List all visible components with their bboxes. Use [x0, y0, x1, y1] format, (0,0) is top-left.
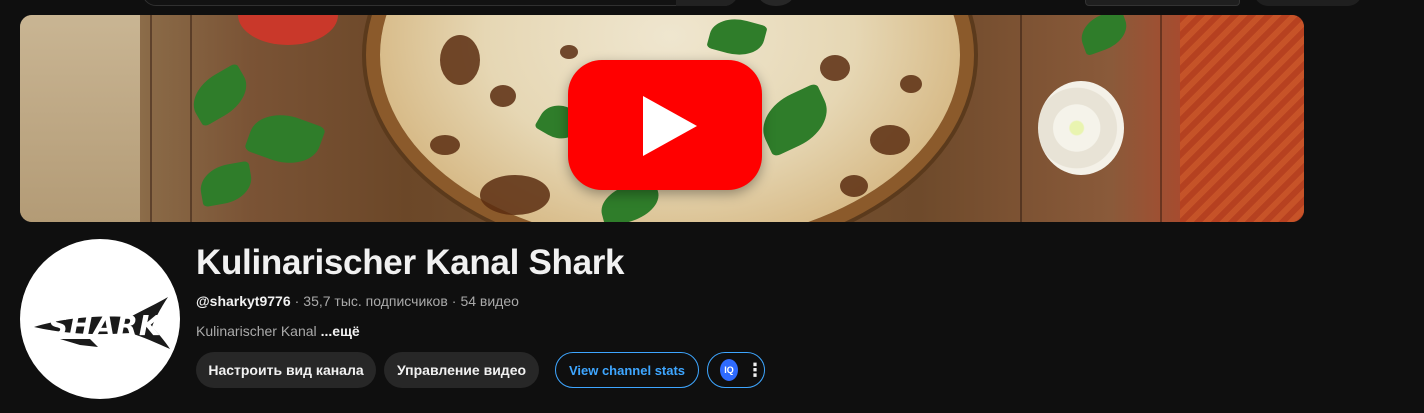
description-text: Kulinarischer Kanal — [196, 323, 317, 339]
video-count: 54 видео — [460, 293, 519, 309]
separator-dot: · — [294, 293, 300, 309]
banner-cloth-right — [1180, 15, 1304, 222]
channel-handle: @sharkyt9776 — [196, 293, 291, 309]
channel-description[interactable]: Kulinarischer Kanal ...ещё — [196, 323, 360, 339]
youtube-play-icon — [568, 60, 762, 190]
account-button[interactable] — [1254, 0, 1362, 6]
view-channel-stats-button[interactable]: View channel stats — [555, 352, 699, 388]
search-box[interactable] — [142, 0, 738, 6]
subscriber-count: 35,7 тыс. подписчиков — [303, 293, 448, 309]
masthead-strip — [0, 0, 1424, 12]
more-link[interactable]: ...ещё — [321, 323, 360, 339]
vidiq-icon: IQ — [720, 359, 738, 381]
vidiq-extension-button[interactable]: IQ ⋮ — [707, 352, 765, 388]
voice-search-button[interactable] — [758, 0, 794, 6]
channel-meta: @sharkyt9776 · 35,7 тыс. подписчиков · 54 ви… — [196, 293, 519, 309]
channel-avatar[interactable]: SHARK — [20, 239, 180, 399]
banner-cloth — [20, 15, 140, 222]
more-vert-icon[interactable]: ⋮ — [746, 361, 764, 379]
channel-banner — [20, 15, 1304, 222]
banner-tomato — [238, 15, 338, 45]
manage-videos-button[interactable]: Управление видео — [384, 352, 539, 388]
search-button[interactable] — [676, 0, 738, 6]
shark-logo: SHARK — [34, 297, 170, 349]
create-button[interactable] — [1085, 0, 1240, 6]
separator-dot: · — [451, 293, 457, 309]
channel-title: Kulinarischer Kanal Shark — [196, 243, 625, 282]
play-triangle — [643, 96, 697, 156]
banner-onion — [1038, 81, 1124, 175]
customize-channel-button[interactable]: Настроить вид канала — [196, 352, 376, 388]
avatar-text: SHARK — [48, 309, 163, 342]
